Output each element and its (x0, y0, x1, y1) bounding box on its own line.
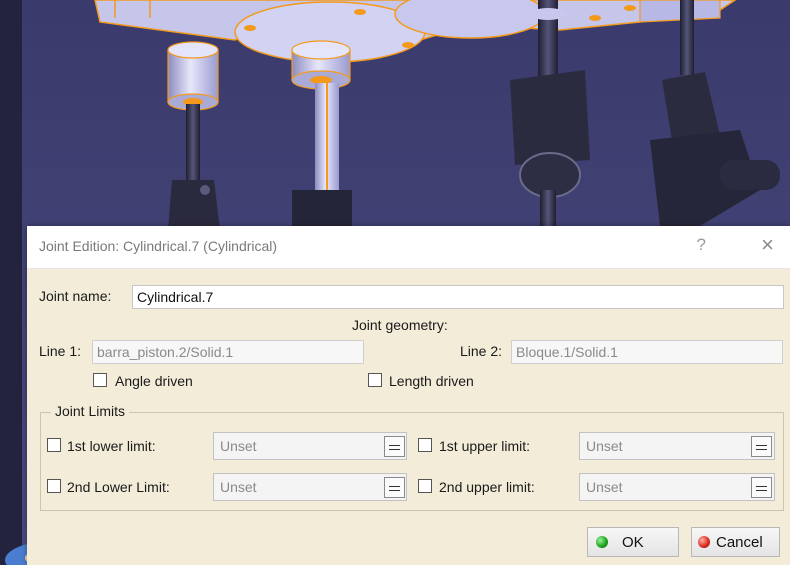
joint-limits-label: Joint Limits (51, 403, 130, 419)
first-lower-spin-icon[interactable] (384, 436, 405, 457)
second-upper-limit-checkbox[interactable] (418, 479, 432, 493)
close-icon[interactable]: × (761, 232, 774, 258)
dialog-title: Joint Edition: Cylindrical.7 (Cylindrica… (39, 238, 278, 254)
second-upper-limit-label: 2nd upper limit: (439, 479, 535, 495)
first-lower-limit-label: 1st lower limit: (67, 438, 156, 454)
joint-name-input[interactable]: Cylindrical.7 (132, 285, 784, 309)
second-lower-limit-label: 2nd Lower Limit: (67, 479, 170, 495)
first-lower-limit-checkbox[interactable] (47, 438, 61, 452)
second-upper-spin-icon[interactable] (751, 477, 772, 498)
help-icon[interactable]: ? (697, 235, 706, 255)
line1-field[interactable]: barra_piston.2/Solid.1 (92, 340, 364, 364)
cancel-label: Cancel (716, 533, 763, 551)
ok-status-icon (596, 536, 608, 548)
line2-field[interactable]: Bloque.1/Solid.1 (511, 340, 783, 364)
first-upper-limit-checkbox[interactable] (418, 438, 432, 452)
ok-button[interactable]: OK (587, 527, 679, 557)
joint-geometry-label: Joint geometry: (352, 317, 448, 333)
angle-driven-label: Angle driven (115, 373, 193, 389)
dialog-titlebar[interactable]: Joint Edition: Cylindrical.7 (Cylindrica… (27, 226, 790, 269)
first-upper-limit-label: 1st upper limit: (439, 438, 531, 454)
cancel-status-icon (698, 536, 710, 548)
length-driven-checkbox[interactable] (368, 373, 382, 387)
line1-label: Line 1: (39, 343, 82, 359)
joint-name-label: Joint name: (39, 288, 112, 304)
first-upper-limit-field[interactable]: Unset (579, 432, 775, 460)
joint-edition-dialog: Joint Edition: Cylindrical.7 (Cylindrica… (27, 226, 790, 565)
length-driven-label: Length driven (389, 373, 474, 389)
second-lower-spin-icon[interactable] (384, 477, 405, 498)
second-upper-limit-field[interactable]: Unset (579, 473, 775, 501)
first-upper-spin-icon[interactable] (751, 436, 772, 457)
second-lower-limit-field[interactable]: Unset (213, 473, 407, 501)
line2-label: Line 2: (460, 343, 503, 359)
second-lower-limit-checkbox[interactable] (47, 479, 61, 493)
first-lower-limit-field[interactable]: Unset (213, 432, 407, 460)
cancel-button[interactable]: Cancel (691, 527, 780, 557)
angle-driven-checkbox[interactable] (93, 373, 107, 387)
ok-label: OK (622, 533, 644, 551)
